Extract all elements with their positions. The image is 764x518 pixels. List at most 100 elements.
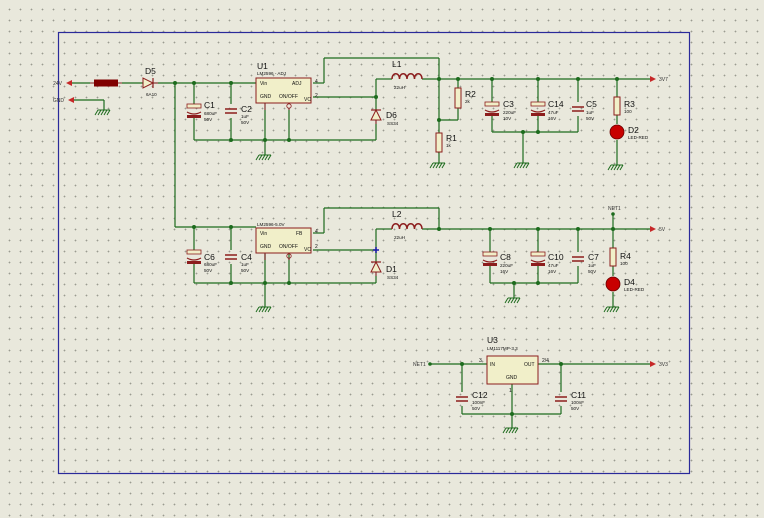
capacitor-c6[interactable]: C6 680uF 50V: [186, 249, 217, 273]
svg-text:680uF: 680uF: [204, 111, 217, 116]
svg-text:50V: 50V: [588, 269, 597, 274]
terminal-gnd[interactable]: GND: [53, 97, 74, 104]
capacitor-c7[interactable]: C7 1uF 50V: [572, 252, 599, 274]
svg-text:U1: U1: [257, 61, 268, 71]
svg-text:SS34: SS34: [387, 121, 399, 126]
svg-text:SS34: SS34: [387, 275, 399, 280]
svg-text:24V: 24V: [53, 81, 63, 87]
svg-text:5V: 5V: [659, 227, 666, 233]
svg-text:C14: C14: [548, 99, 564, 109]
svg-text:3V7: 3V7: [659, 77, 668, 83]
capacitor-c14[interactable]: C14 47uF 16V: [530, 99, 564, 121]
capacitor-c3[interactable]: C3 220uF 10V: [484, 99, 516, 121]
inductor-l1[interactable]: L1 22uH: [391, 59, 423, 90]
capacitor-c2[interactable]: C2 1uF 50V: [225, 104, 252, 125]
svg-text:C4: C4: [241, 252, 252, 262]
svg-text:2: 2: [315, 244, 318, 250]
svg-text:LED-RED: LED-RED: [628, 135, 649, 140]
svg-text:LM2596-5.0V: LM2596-5.0V: [257, 222, 286, 227]
terminal-24v[interactable]: 24V: [53, 80, 72, 87]
svg-text:50V: 50V: [204, 268, 213, 273]
svg-text:L2: L2: [392, 209, 402, 219]
terminal-3v7[interactable]: 3V7: [650, 76, 668, 83]
diode-d5[interactable]: D5 6A10: [142, 66, 158, 97]
capacitor-c5[interactable]: C5 1uF 50V: [572, 99, 597, 121]
terminal-3v3[interactable]: 3V3: [650, 361, 668, 368]
svg-text:NET1: NET1: [608, 206, 621, 212]
schematic-canvas[interactable]: 24V GND 3V7 5V 3V3 NET1 NET1 D5 6A10 U1: [0, 0, 764, 518]
svg-text:100: 100: [624, 109, 632, 114]
resistor-r4[interactable]: R4 100: [609, 247, 631, 267]
resistor-r1[interactable]: R1 1k: [435, 132, 457, 153]
fuse[interactable]: [90, 79, 122, 87]
svg-text:C8: C8: [500, 252, 511, 262]
svg-text:50V: 50V: [241, 268, 250, 273]
net-label-net1-left[interactable]: NET1: [413, 362, 432, 368]
svg-text:L1: L1: [392, 59, 402, 69]
capacitor-c8[interactable]: C8 220uF 16V: [482, 251, 513, 274]
resistor-r2[interactable]: R2 2k: [454, 87, 476, 109]
svg-text:VO: VO: [304, 97, 311, 103]
capacitor-c12[interactable]: C12 100nF 50V: [456, 390, 488, 411]
svg-text:50V: 50V: [204, 117, 213, 122]
capacitor-c10[interactable]: C10 47uF 16V: [530, 251, 564, 274]
svg-text:R1: R1: [446, 133, 457, 143]
svg-text:1uF: 1uF: [241, 114, 249, 119]
ground-symbols: [94, 109, 624, 434]
svg-text:C2: C2: [241, 104, 252, 114]
terminal-5v[interactable]: 5V: [650, 226, 666, 233]
svg-text:GND: GND: [260, 244, 272, 250]
svg-text:16V: 16V: [548, 269, 557, 274]
capacitor-c11[interactable]: C11 100nF 50V: [555, 390, 586, 411]
net-label-net1-top[interactable]: NET1: [608, 206, 621, 216]
svg-text:22uH: 22uH: [394, 235, 405, 240]
svg-text:C5: C5: [586, 99, 597, 109]
svg-text:C1: C1: [204, 100, 215, 110]
svg-text:D5: D5: [145, 66, 156, 76]
svg-text:ON/OFF: ON/OFF: [279, 244, 298, 250]
svg-text:6A10: 6A10: [146, 92, 157, 97]
inductor-l2[interactable]: L2 22uH: [391, 209, 423, 240]
svg-text:U3: U3: [487, 335, 498, 345]
svg-text:50V: 50V: [571, 406, 580, 411]
diode-d6[interactable]: D6 SS34: [370, 108, 399, 126]
svg-text:FB: FB: [296, 231, 303, 237]
capacitor-c4[interactable]: C4 1uF 50V: [225, 252, 252, 273]
svg-text:16V: 16V: [548, 116, 557, 121]
svg-text:LM2596 - ADJ: LM2596 - ADJ: [257, 71, 286, 76]
svg-text:50V: 50V: [241, 120, 250, 125]
svg-text:VO: VO: [304, 247, 311, 253]
svg-text:R3: R3: [624, 99, 635, 109]
svg-text:1uF: 1uF: [586, 110, 594, 115]
led-d4[interactable]: D4 LED-RED: [605, 276, 645, 292]
svg-text:OUT: OUT: [524, 362, 535, 368]
svg-text:ON/OFF: ON/OFF: [279, 94, 298, 100]
svg-text:47uF: 47uF: [548, 110, 559, 115]
svg-text:IN: IN: [490, 362, 495, 368]
svg-text:680uF: 680uF: [204, 262, 217, 267]
capacitor-c1[interactable]: C1 680uF 50V: [186, 100, 217, 122]
resistor-r3[interactable]: R3 100: [613, 96, 635, 116]
regulator-u1[interactable]: U1 LM2596 - ADJ Vin ADJ GND ON/OFF VO 4 …: [255, 61, 318, 110]
wires: [72, 57, 650, 428]
junction-dots: [173, 77, 619, 416]
svg-text:R2: R2: [465, 89, 476, 99]
regulator-u2[interactable]: LM2596-5.0V Vin FB GND ON/OFF VO 4 2: [255, 222, 318, 260]
svg-text:C12: C12: [472, 390, 488, 400]
svg-text:220uF: 220uF: [503, 110, 516, 115]
led-d2[interactable]: D2 LED-RED: [609, 124, 649, 140]
svg-text:2/4: 2/4: [542, 358, 549, 364]
svg-text:C10: C10: [548, 252, 564, 262]
svg-text:220uF: 220uF: [500, 263, 513, 268]
svg-text:GND: GND: [53, 98, 65, 104]
diode-d1[interactable]: D1 SS34: [370, 260, 399, 280]
svg-text:C7: C7: [588, 252, 599, 262]
svg-text:100nF: 100nF: [571, 400, 584, 405]
svg-text:16V: 16V: [500, 269, 509, 274]
svg-text:3V3: 3V3: [659, 362, 668, 368]
cursor-marker: [373, 247, 379, 253]
svg-text:C3: C3: [503, 99, 514, 109]
svg-text:D1: D1: [386, 264, 397, 274]
svg-text:GND: GND: [506, 375, 518, 381]
svg-text:3: 3: [479, 358, 482, 364]
